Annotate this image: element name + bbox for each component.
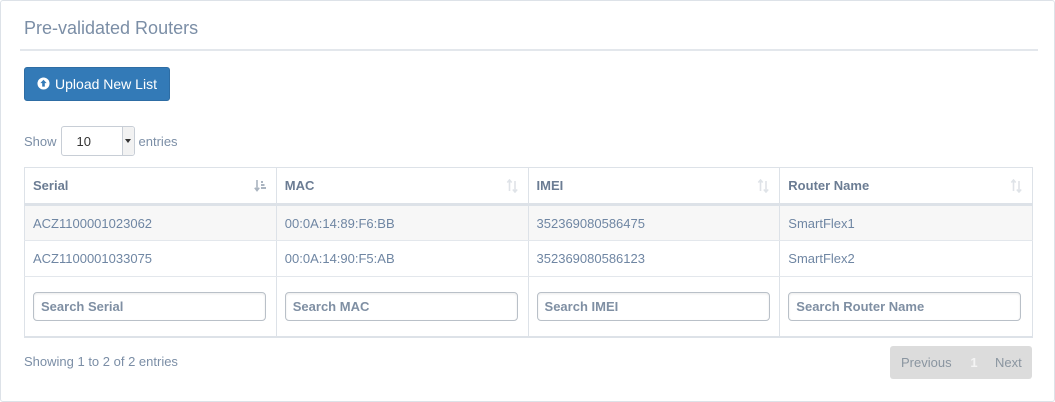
column-label: IMEI [536,178,564,193]
column-search-row [24,276,1033,338]
column-label: MAC [284,178,315,193]
entries-length-control: Show 10 entries [24,126,178,156]
cell-serial: ACZ1100001023062 [24,204,277,241]
search-router-name-input[interactable] [788,291,1022,321]
cell-router-name: SmartFlex1 [779,204,1033,241]
entries-select-value: 10 [76,133,91,149]
title-divider [20,49,1038,51]
cell-imei: 352369080586475 [527,204,781,241]
search-mac-input[interactable] [284,291,518,321]
upload-button-label: Upload New List [55,76,157,92]
table-row[interactable]: ACZ1100001023062 00:0A:14:89:F6:BB 35236… [24,204,1033,241]
column-label: Router Name [788,178,870,193]
sort-both-icon [1010,179,1022,193]
sort-ascending-icon [253,180,266,192]
column-header-serial[interactable]: Serial [24,167,277,206]
sort-both-icon [757,179,770,193]
cell-mac: 00:0A:14:90:F5:AB [275,240,529,277]
cell-serial: ACZ1100001033075 [24,240,277,277]
caret-down-icon [121,127,134,155]
table-info: Showing 1 to 2 of 2 entries [24,354,178,369]
page-title: Pre-validated Routers [24,18,199,38]
sort-both-icon [506,179,518,193]
routers-table: Serial MAC IMEI Router Name ACZ110000102… [24,167,1033,338]
entries-label: entries [138,133,178,149]
previous-page-button[interactable]: Previous [890,355,960,370]
cell-imei: 352369080586123 [527,240,781,277]
router-panel: Pre-validated Routers Upload New List Sh… [0,0,1055,402]
table-row[interactable]: ACZ1100001033075 00:0A:14:90:F5:AB 35236… [24,240,1033,277]
column-header-router-name[interactable]: Router Name [779,167,1033,206]
cell-router-name: SmartFlex2 [779,240,1033,277]
search-imei-input[interactable] [536,291,770,321]
next-page-button[interactable]: Next [995,355,1022,370]
column-header-mac[interactable]: MAC [275,167,529,206]
column-header-imei[interactable]: IMEI [527,167,781,206]
search-serial-input[interactable] [33,291,266,321]
cell-mac: 00:0A:14:89:F6:BB [275,204,529,241]
upload-circle-icon [37,76,50,90]
pagination: Previous 1 Next [890,346,1032,379]
entries-select[interactable]: 10 [60,126,135,156]
table-header-row: Serial MAC IMEI Router Name [24,167,1033,206]
show-label: Show [24,133,57,149]
column-label: Serial [33,178,69,193]
page-1-button[interactable]: 1 [964,355,984,370]
upload-new-list-button[interactable]: Upload New List [24,67,170,101]
